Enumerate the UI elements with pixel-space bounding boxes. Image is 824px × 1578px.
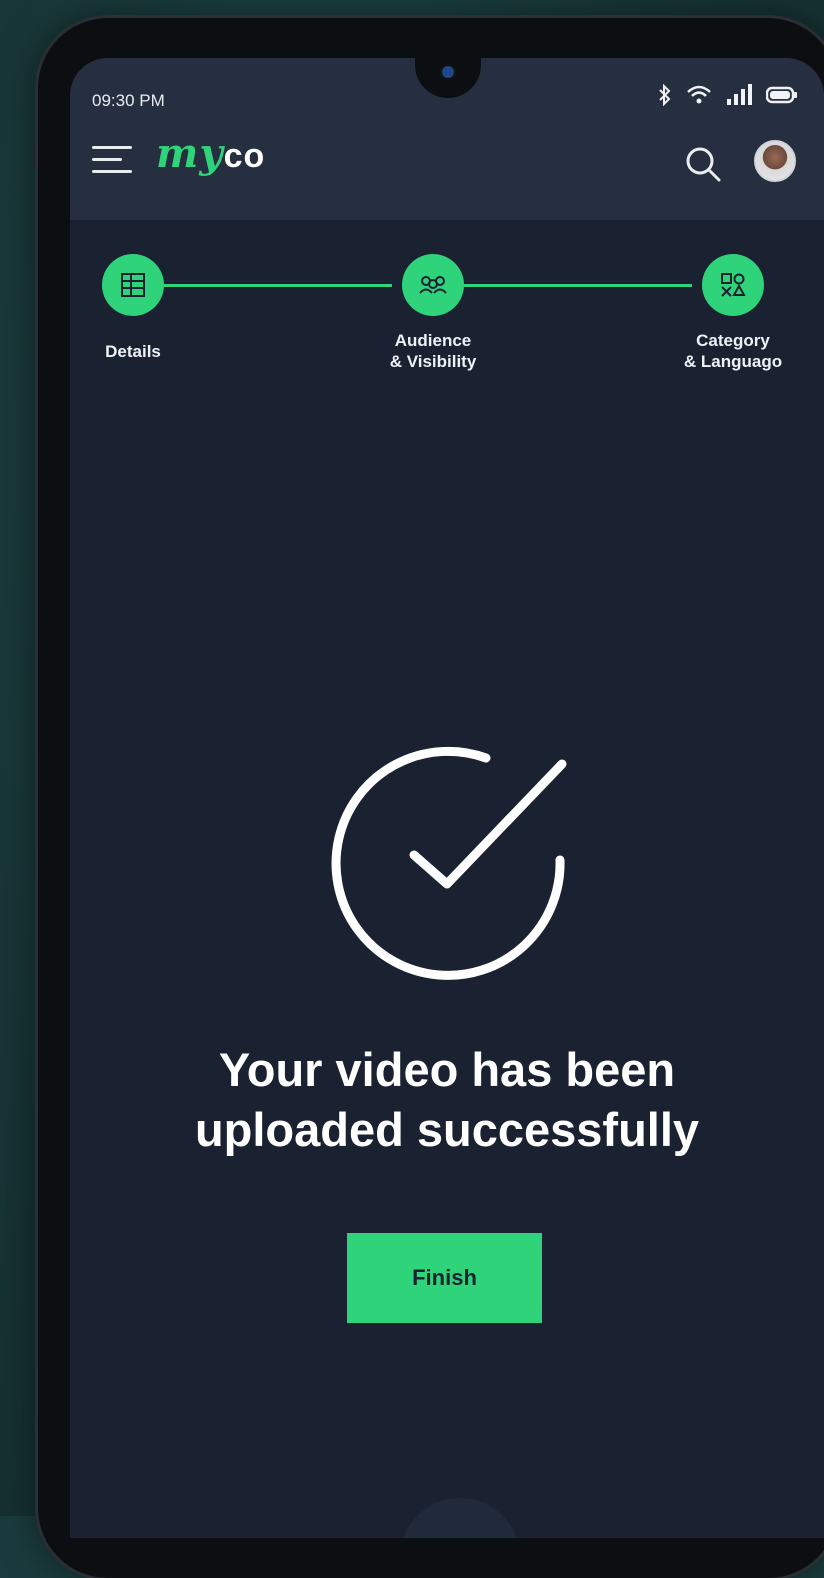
success-message-line2: uploaded successfully bbox=[194, 1103, 700, 1156]
audience-icon bbox=[419, 276, 447, 294]
step-audience[interactable] bbox=[402, 254, 464, 316]
bottom-nav-bump bbox=[400, 1498, 520, 1538]
front-camera bbox=[442, 66, 454, 78]
step-connector-2 bbox=[464, 284, 692, 287]
phone-screen: 09:30 PM myco Details Audience & Visibil… bbox=[70, 58, 824, 1538]
step-label-category-line2: & Languago bbox=[683, 352, 783, 371]
search-icon[interactable] bbox=[683, 144, 723, 189]
bluetooth-icon bbox=[658, 83, 672, 112]
step-label-category: Category & Languago bbox=[666, 330, 800, 372]
upload-stepper: Details Audience & Visibility Category &… bbox=[70, 248, 824, 388]
battery-icon bbox=[765, 85, 798, 111]
step-connector-1 bbox=[164, 284, 392, 287]
step-label-details: Details bbox=[88, 341, 178, 362]
success-message-line1: Your video has been bbox=[218, 1043, 676, 1096]
step-category[interactable] bbox=[702, 254, 764, 316]
step-label-audience-line2: & Visibility bbox=[389, 352, 477, 371]
step-label-details-line1: Details bbox=[105, 342, 161, 361]
logo-mark: co bbox=[223, 137, 266, 175]
signal-icon bbox=[726, 84, 752, 112]
success-message: Your video has been uploaded successfull… bbox=[70, 1040, 824, 1160]
step-label-category-line1: Category bbox=[696, 331, 770, 350]
wifi-icon bbox=[686, 84, 712, 112]
status-icons bbox=[658, 83, 798, 112]
myco-logo[interactable]: myco bbox=[156, 130, 265, 177]
status-time: 09:30 PM bbox=[92, 91, 165, 110]
hamburger-menu-icon[interactable] bbox=[92, 142, 134, 178]
logo-script: my bbox=[156, 130, 224, 177]
user-avatar[interactable] bbox=[754, 140, 796, 182]
finish-button[interactable]: Finish bbox=[347, 1233, 542, 1323]
step-label-audience-line1: Audience bbox=[394, 331, 472, 350]
check-circle-icon bbox=[326, 738, 572, 984]
step-details[interactable] bbox=[102, 254, 164, 316]
details-icon bbox=[121, 273, 145, 297]
category-icon bbox=[721, 273, 746, 297]
step-label-audience: Audience & Visibility bbox=[368, 330, 498, 372]
